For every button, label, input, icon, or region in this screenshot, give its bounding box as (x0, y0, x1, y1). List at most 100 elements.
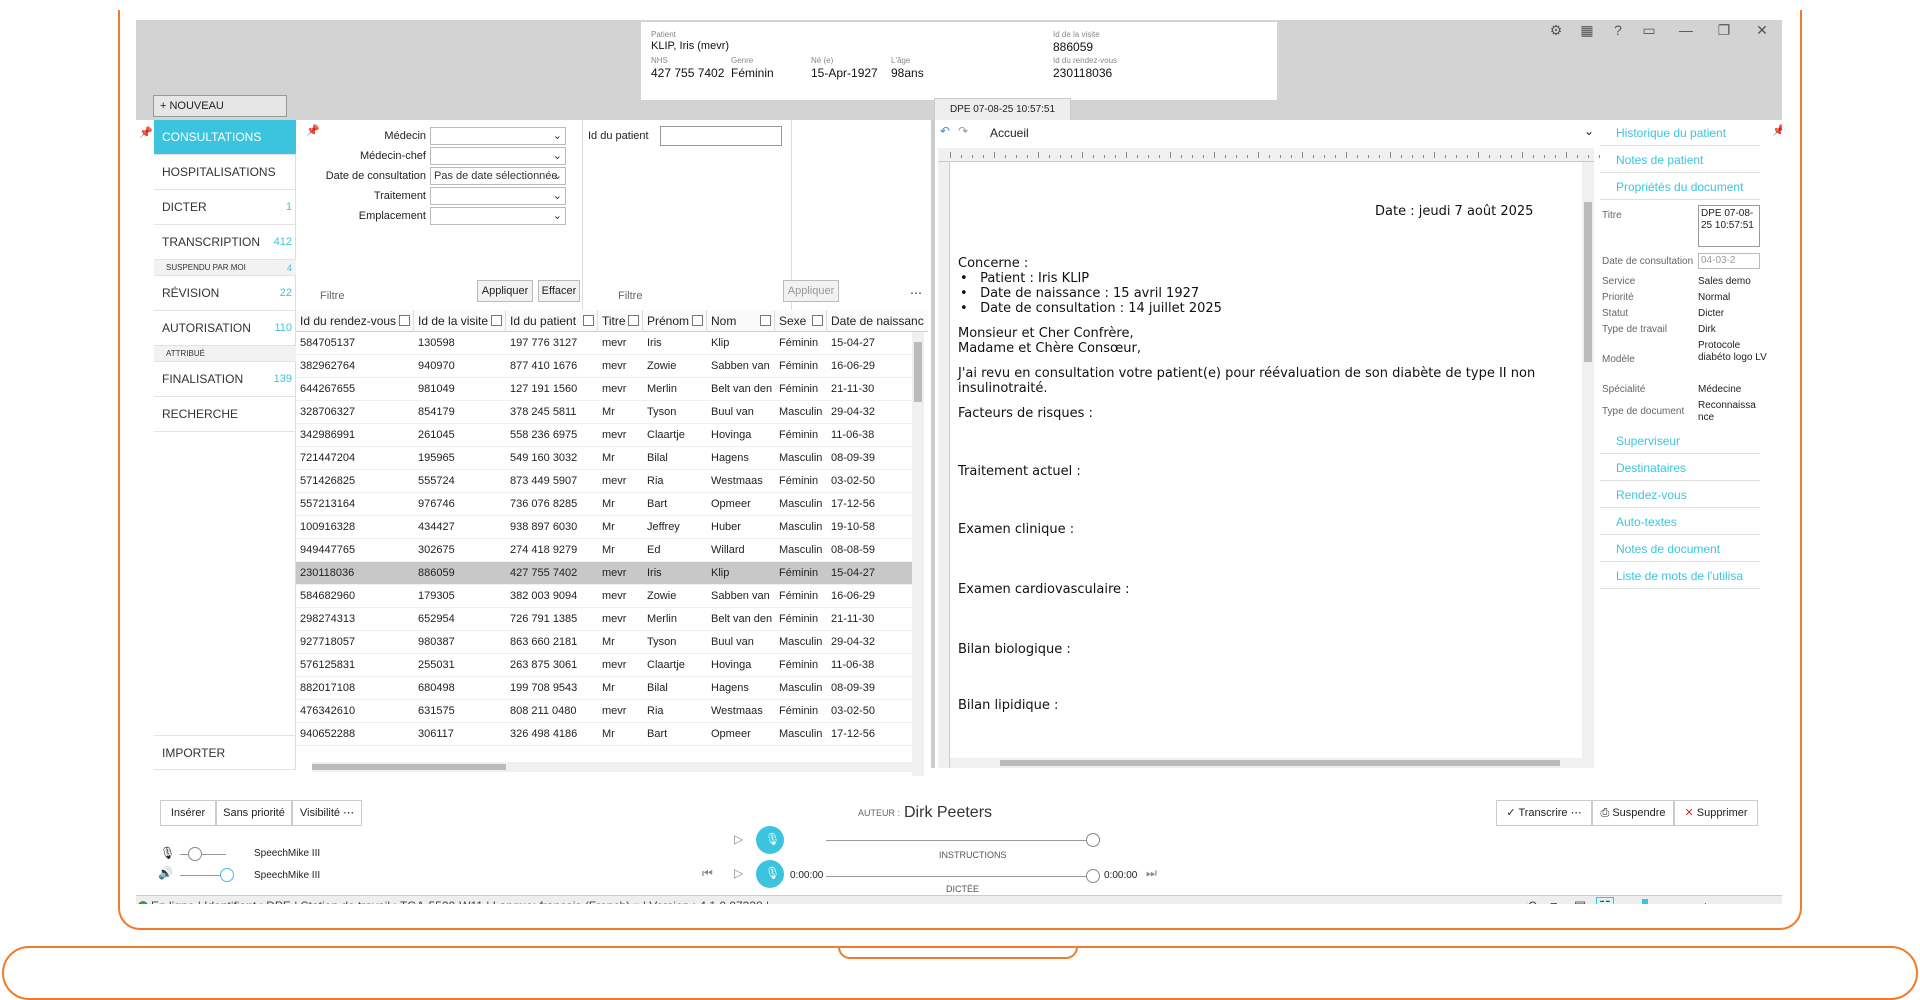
editor-hscroll[interactable] (950, 758, 1582, 768)
transcribe-button[interactable]: ✓ Transcrire ⋯ (1496, 800, 1592, 826)
emplacement-select[interactable]: ⌄ (430, 207, 566, 225)
nav-dicter[interactable]: DICTER 1 (154, 190, 296, 225)
col-patient-id[interactable]: Id du patient (506, 310, 598, 332)
skip-back-icon[interactable]: ⏮ (702, 866, 713, 881)
ribbon-expand-icon[interactable]: ⌄ (1584, 124, 1594, 138)
zoom-plus[interactable]: + (1702, 896, 1709, 904)
dictation-knob[interactable] (1086, 869, 1100, 883)
nav-autorisation[interactable]: AUTORISATION 110 (154, 311, 296, 346)
col-checkbox[interactable] (399, 315, 410, 326)
close-icon[interactable]: ✕ (1748, 22, 1776, 39)
table-row[interactable]: 298274313 652954 726 791 1385 mevr Merlin Bel… (296, 608, 912, 631)
vertical-ruler[interactable] (938, 162, 950, 768)
date-select[interactable]: Pas de date sélectionnée ⌄ (430, 167, 566, 185)
editor-hscroll-thumb[interactable] (1000, 760, 1560, 766)
redo-icon[interactable]: ↷ (958, 124, 968, 138)
grid-vscroll-thumb[interactable] (914, 342, 922, 402)
nav-finalisation[interactable]: FINALISATION 139 (154, 362, 296, 397)
insert-button[interactable]: Insérer (160, 800, 216, 826)
traitement-select[interactable]: ⌄ (430, 187, 566, 205)
col-checkbox[interactable] (692, 315, 703, 326)
nav-suspendu[interactable]: SUSPENDU PAR MOI 4 (154, 260, 296, 276)
link-document-properties[interactable]: Propriétés du document (1600, 174, 1760, 200)
table-row[interactable]: 571426825 555724 873 449 5907 mevr Ria Westma… (296, 470, 912, 493)
table-row[interactable]: 476342610 631575 808 211 0480 mevr Ria Westma… (296, 700, 912, 723)
right-pin-icon[interactable]: 📌 (1772, 124, 1782, 137)
table-row[interactable]: 584705137 130598 197 776 3127 mevr Iris Klip F… (296, 332, 912, 355)
table-row[interactable]: 342986991 261045 558 236 6975 mevr Claartje H… (296, 424, 912, 447)
dictation-track[interactable] (826, 876, 1092, 877)
link-patient-history[interactable]: Historique du patient (1600, 120, 1760, 146)
table-row[interactable]: 940652288 306117 326 498 4186 Mr Bart Opmeer M… (296, 723, 912, 746)
instructions-track[interactable] (826, 840, 1092, 841)
medecin-select[interactable]: ⌄ (430, 127, 566, 145)
horizontal-ruler[interactable] (938, 148, 1600, 162)
record-instructions-button[interactable]: 🎙 (756, 826, 784, 854)
nav-consultations[interactable]: CONSULTATIONS (154, 120, 296, 155)
pin-icon[interactable]: 📌 (139, 126, 153, 139)
draft-view-icon[interactable]: ☷ (1596, 897, 1614, 904)
document-tab[interactable]: DPE 07-08-25 10:57:51 (934, 98, 1071, 120)
col-sex[interactable]: Sexe (775, 310, 827, 332)
mic-volume-track[interactable] (180, 854, 226, 855)
nav-transcription[interactable]: TRANSCRIPTION 412 (154, 225, 296, 260)
clear-button[interactable]: Effacer (538, 280, 580, 302)
zoom-minus[interactable]: - (1622, 896, 1626, 904)
list-view-icon[interactable]: ≡ (1550, 896, 1558, 904)
page-view-icon[interactable]: ▤ (1574, 896, 1586, 904)
table-row[interactable]: 382962764 940970 877 410 1676 mevr Zowie Sabb… (296, 355, 912, 378)
col-firstname[interactable]: Prénom (643, 310, 707, 332)
col-checkbox[interactable] (760, 315, 771, 326)
more-icon[interactable]: ⋯ (910, 286, 922, 300)
medecin-chef-select[interactable]: ⌄ (430, 147, 566, 165)
nav-hospitalisations[interactable]: HOSPITALISATIONS (154, 155, 296, 190)
table-row[interactable]: 230118036 886059 427 755 7402 mevr Iris Klip F… (296, 562, 912, 585)
link-document-notes[interactable]: Notes de document (1600, 536, 1760, 562)
new-document-button[interactable]: + NOUVEAU DOCUMENT (153, 95, 287, 132)
skip-forward-icon[interactable]: ⏭ (1146, 866, 1157, 881)
grid-hscroll-thumb[interactable] (312, 764, 506, 770)
link-recipients[interactable]: Destinataires (1600, 455, 1760, 481)
prop-date-input[interactable]: 04-03-2 (1698, 253, 1760, 269)
col-birthdate[interactable]: Date de naissanc (827, 310, 927, 332)
nav-recherche[interactable]: RECHERCHE (154, 397, 296, 432)
apply-button[interactable]: Appliquer (477, 280, 533, 302)
visibility-button[interactable]: Visibilité ⋯ (292, 800, 362, 826)
undo-icon[interactable]: ↶ (940, 124, 950, 138)
col-checkbox[interactable] (812, 315, 823, 326)
nav-importer[interactable]: IMPORTER (154, 735, 296, 770)
priority-button[interactable]: Sans priorité (216, 800, 292, 826)
record-dictation-button[interactable]: 🎙 (756, 860, 784, 888)
table-row[interactable]: 644267655 981049 127 191 1560 mevr Merlin Bel… (296, 378, 912, 401)
prop-title-input[interactable]: DPE 07-08-25 10:57:51 (1698, 205, 1760, 247)
table-row[interactable]: 328706327 854179 378 245 5811 Mr Tyson Buul v… (296, 401, 912, 424)
nav-revision[interactable]: RÉVISION 22 (154, 276, 296, 311)
suspend-button[interactable]: ⎙ Suspendre (1592, 800, 1674, 826)
table-row[interactable]: 576125831 255031 263 875 3061 mevr Claartje H… (296, 654, 912, 677)
table-row[interactable]: 927718057 980387 863 660 2181 Mr Tyson Buul v… (296, 631, 912, 654)
mic-volume-knob[interactable] (188, 847, 202, 861)
col-lastname[interactable]: Nom (707, 310, 775, 332)
settings-icon[interactable]: ⚙ (1542, 22, 1570, 39)
table-row[interactable]: 721447204 195965 549 160 3032 Mr Bilal Hagens… (296, 447, 912, 470)
col-checkbox[interactable] (628, 315, 639, 326)
speaker-volume-knob[interactable] (220, 868, 234, 882)
ribbon-tab-home[interactable]: Accueil (990, 126, 1029, 140)
grid-hscroll[interactable] (312, 762, 912, 772)
patient-id-input[interactable] (660, 126, 782, 146)
panel-splitter[interactable] (931, 120, 935, 768)
grid-vscroll[interactable] (912, 332, 924, 776)
minimize-icon[interactable]: — (1672, 22, 1700, 38)
restore-icon[interactable]: ❐ (1710, 22, 1738, 39)
link-appointment[interactable]: Rendez-vous (1600, 482, 1760, 508)
apply-button-2[interactable]: Appliquer (783, 280, 839, 302)
table-row[interactable]: 557213164 976746 736 076 8285 Mr Bart Opmeer M… (296, 493, 912, 516)
col-checkbox[interactable] (491, 315, 502, 326)
delete-button[interactable]: ✕ Supprimer (1674, 800, 1758, 826)
editor-vscroll[interactable] (1582, 162, 1594, 768)
table-row[interactable]: 949447765 302675 274 418 9279 Mr Ed Willard Ma… (296, 539, 912, 562)
table-row[interactable]: 584682960 179305 382 003 9094 mevr Zowie Sabb… (296, 585, 912, 608)
help-icon[interactable]: ? (1604, 22, 1632, 38)
col-visit-id[interactable]: Id de la visite (414, 310, 506, 332)
refresh-icon[interactable]: ⟲ (1526, 896, 1537, 904)
